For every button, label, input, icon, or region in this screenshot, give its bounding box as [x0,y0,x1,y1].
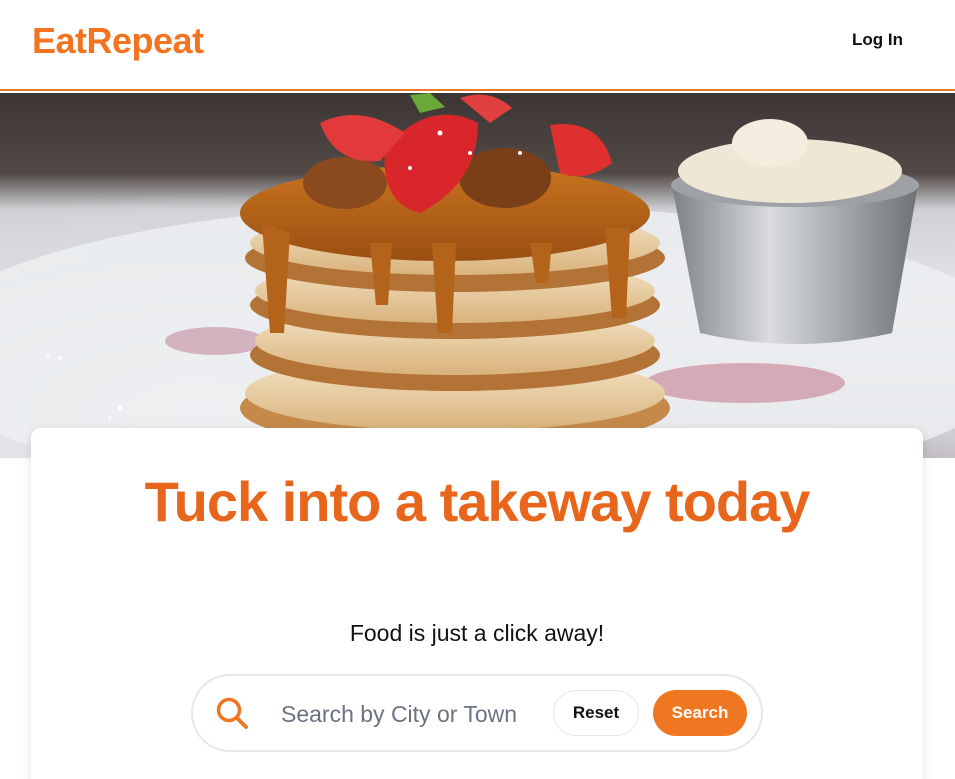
hero-image [0,93,955,458]
logo[interactable]: EatRepeat [32,20,204,62]
pancake-stack-photo [0,93,955,458]
hero-card: Tuck into a takeway today Food is just a… [31,428,923,779]
site-header: EatRepeat Log In [0,0,955,91]
search-bar: Reset Search [191,674,763,752]
search-button[interactable]: Search [653,690,747,736]
search-icon [216,697,248,729]
page-title: Tuck into a takeway today [144,470,811,533]
page-subtitle: Food is just a click away! [349,620,605,646]
login-link[interactable]: Log In [852,29,903,51]
reset-button[interactable]: Reset [553,690,639,736]
search-input[interactable] [281,696,523,732]
